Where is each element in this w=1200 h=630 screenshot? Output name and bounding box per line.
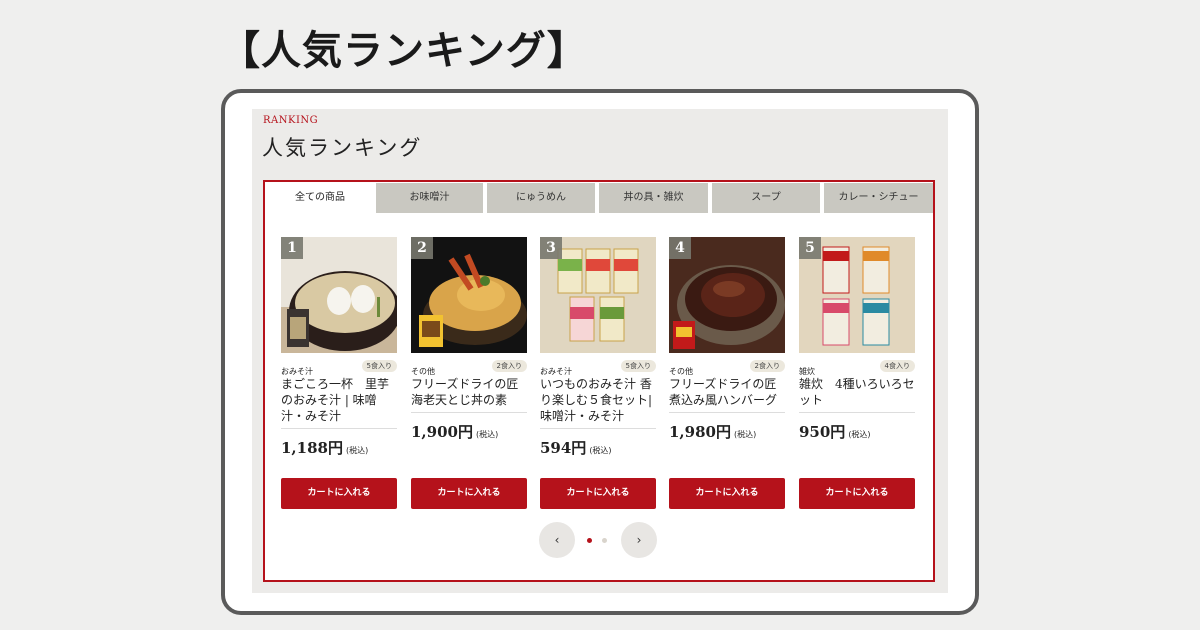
quantity-badge: 5食入り [620, 360, 656, 372]
tax-note: (税込) [589, 446, 612, 455]
product-card[interactable]: 5 雑炊 4食入り 雑炊 4種いろいろセット 950円 (税込) カートに入れる [799, 237, 915, 509]
product-image[interactable]: 4 [669, 237, 785, 353]
tax-note: (税込) [345, 446, 369, 455]
product-name[interactable]: フリーズドライの匠 海老天とじ丼の素 [411, 376, 527, 413]
tab-curry-stew[interactable]: カレー・シチュー [824, 183, 933, 213]
product-category: 雑炊 [799, 367, 815, 376]
quantity-badge: 2食入り [749, 360, 785, 372]
page-headline: 【人気ランキング】 [220, 28, 588, 74]
quantity-badge: 5食入り [361, 360, 397, 372]
product-card[interactable]: 1 おみそ汁 5食入り まごころ一杯 里芋のおみそ汁 | 味噌汁・みそ汁 1,1… [281, 237, 397, 509]
product-price: 594円 [540, 439, 587, 457]
product-category: その他 [411, 367, 435, 376]
rank-badge: 3 [540, 237, 562, 259]
quantity-badge: 4食入り [879, 360, 915, 372]
product-name[interactable]: 雑炊 4種いろいろセット [799, 376, 915, 413]
add-to-cart-button[interactable]: カートに入れる [411, 478, 527, 509]
product-image[interactable]: 5 [799, 237, 915, 353]
product-price: 950円 [799, 423, 846, 441]
product-card[interactable]: 4 その他 2食入り フリーズドライの匠 煮込み風ハンバーグ 1,980円 (税込… [669, 237, 785, 509]
tab-donburi-zosui[interactable]: 丼の具・雑炊 [599, 183, 708, 213]
product-category: その他 [669, 367, 693, 376]
product-category: おみそ汁 [281, 367, 313, 376]
next-page-button[interactable]: › [621, 522, 657, 558]
rank-badge: 4 [669, 237, 691, 259]
add-to-cart-button[interactable]: カートに入れる [540, 478, 656, 509]
section-title: 人気ランキング [262, 136, 423, 160]
product-category: おみそ汁 [540, 367, 572, 376]
product-price: 1,900円 [411, 423, 473, 441]
product-name[interactable]: いつものおみそ汁 香り楽しむ５食セット| 味噌汁・みそ汁 [540, 376, 656, 429]
add-to-cart-button[interactable]: カートに入れる [281, 478, 397, 509]
product-card[interactable]: 2 その他 2食入り フリーズドライの匠 海老天とじ丼の素 1,900円 (税込)… [411, 237, 527, 509]
product-name[interactable]: フリーズドライの匠 煮込み風ハンバーグ [669, 376, 785, 413]
quantity-badge: 2食入り [491, 360, 527, 372]
tax-note: (税込) [733, 430, 757, 439]
product-image[interactable]: 3 [540, 237, 656, 353]
pagination-dot[interactable] [602, 538, 607, 543]
product-price: 1,188円 [281, 439, 343, 457]
tax-note: (税込) [475, 430, 499, 439]
rank-badge: 2 [411, 237, 433, 259]
tab-soup[interactable]: スープ [712, 183, 820, 213]
product-image[interactable]: 1 [281, 237, 397, 353]
rank-badge: 5 [799, 237, 821, 259]
add-to-cart-button[interactable]: カートに入れる [669, 478, 785, 509]
rank-badge: 1 [281, 237, 303, 259]
pagination-dot-active[interactable] [587, 538, 592, 543]
section-label: RANKING [263, 115, 319, 126]
product-image[interactable]: 2 [411, 237, 527, 353]
tab-all-products[interactable]: 全ての商品 [268, 183, 372, 213]
add-to-cart-button[interactable]: カートに入れる [799, 478, 915, 509]
product-card[interactable]: 3 おみそ汁 5食入り いつものおみそ汁 香り楽しむ５食セット| 味噌汁・みそ汁… [540, 237, 656, 509]
product-price: 1,980円 [669, 423, 731, 441]
tab-nyumen[interactable]: にゅうめん [487, 183, 595, 213]
tab-miso-soup[interactable]: お味噌汁 [376, 183, 483, 213]
tax-note: (税込) [848, 430, 871, 439]
prev-page-button[interactable]: ‹ [539, 522, 575, 558]
product-name[interactable]: まごころ一杯 里芋のおみそ汁 | 味噌汁・みそ汁 [281, 376, 397, 429]
